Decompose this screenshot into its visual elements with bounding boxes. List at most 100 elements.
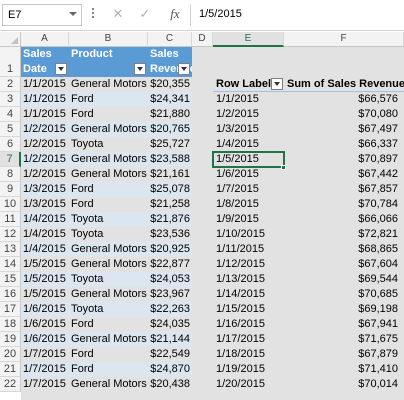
fill-handle[interactable]: [281, 165, 286, 170]
date-cell[interactable]: 1/6/2015: [21, 302, 69, 317]
revenue-cell[interactable]: $24,341: [148, 92, 192, 107]
product-cell[interactable]: Toyota: [69, 137, 148, 152]
product-cell[interactable]: Ford: [69, 92, 148, 107]
column-header-b[interactable]: B: [69, 32, 148, 47]
date-cell[interactable]: 1/1/2015: [21, 77, 69, 92]
row-header-21[interactable]: 21: [0, 362, 21, 377]
date-cell[interactable]: 1/2/2015: [21, 122, 69, 137]
insert-function-icon[interactable]: fx: [165, 6, 185, 24]
revenue-cell[interactable]: $22,549: [148, 347, 192, 362]
product-cell[interactable]: Toyota: [69, 302, 148, 317]
revenue-cell[interactable]: $20,765: [148, 122, 192, 137]
pivot-row-label[interactable]: 1/6/2015: [213, 167, 284, 182]
date-cell[interactable]: 1/7/2015: [21, 362, 69, 377]
pivot-sum-value[interactable]: $70,080: [284, 107, 400, 122]
revenue-cell[interactable]: $20,355: [148, 77, 192, 92]
column-header-c[interactable]: C: [148, 32, 192, 47]
date-cell[interactable]: 1/6/2015: [21, 332, 69, 347]
revenue-cell[interactable]: $24,035: [148, 317, 192, 332]
select-all-button[interactable]: [0, 32, 21, 47]
filter-dropdown-icon[interactable]: [178, 63, 190, 75]
revenue-cell[interactable]: $23,967: [148, 287, 192, 302]
drag-handle-icon[interactable]: [92, 8, 95, 22]
row-header-6[interactable]: 6: [0, 137, 21, 152]
revenue-cell[interactable]: $24,053: [148, 272, 192, 287]
product-cell[interactable]: General Motors: [69, 77, 148, 92]
pivot-sum-value[interactable]: $67,879: [284, 347, 400, 362]
pivot-row-label[interactable]: 1/7/2015: [213, 182, 284, 197]
pivot-row-label[interactable]: 1/3/2015: [213, 122, 284, 137]
product-cell[interactable]: Ford: [69, 347, 148, 362]
pivot-sum-value[interactable]: $72,821: [284, 227, 400, 242]
pivot-sum-value[interactable]: $66,337: [284, 137, 400, 152]
product-cell[interactable]: General Motors: [69, 122, 148, 137]
revenue-cell[interactable]: $21,144: [148, 332, 192, 347]
pivot-row-label[interactable]: 1/8/2015: [213, 197, 284, 212]
row-header-2[interactable]: 2: [0, 77, 21, 92]
pivot-row-label[interactable]: 1/2/2015: [213, 107, 284, 122]
pivot-row-label[interactable]: 1/20/2015: [213, 377, 284, 392]
column-header-a[interactable]: A: [21, 32, 69, 47]
row-header-16[interactable]: 16: [0, 287, 21, 302]
date-cell[interactable]: 1/2/2015: [21, 137, 69, 152]
formula-input[interactable]: 1/5/2015: [199, 8, 242, 20]
product-cell[interactable]: Ford: [69, 197, 148, 212]
column-header-d[interactable]: D: [192, 32, 213, 47]
row-header-13[interactable]: 13: [0, 242, 21, 257]
row-header-4[interactable]: 4: [0, 107, 21, 122]
pivot-row-label[interactable]: 1/13/2015: [213, 272, 284, 287]
revenue-cell[interactable]: $21,258: [148, 197, 192, 212]
product-cell[interactable]: Ford: [69, 362, 148, 377]
row-header-12[interactable]: 12: [0, 227, 21, 242]
revenue-cell[interactable]: $25,727: [148, 137, 192, 152]
pivot-sum-value[interactable]: $67,604: [284, 257, 400, 272]
revenue-cell[interactable]: $23,536: [148, 227, 192, 242]
product-cell[interactable]: General Motors: [69, 257, 148, 272]
pivot-row-label[interactable]: 1/16/2015: [213, 317, 284, 332]
pivot-sum-value[interactable]: $70,014: [284, 377, 400, 392]
date-cell[interactable]: 1/4/2015: [21, 227, 69, 242]
row-header-19[interactable]: 19: [0, 332, 21, 347]
revenue-cell[interactable]: $21,876: [148, 212, 192, 227]
pivot-sum-value[interactable]: $67,857: [284, 182, 400, 197]
row-header-10[interactable]: 10: [0, 197, 21, 212]
date-cell[interactable]: 1/4/2015: [21, 242, 69, 257]
product-cell[interactable]: Toyota: [69, 212, 148, 227]
date-cell[interactable]: 1/7/2015: [21, 377, 69, 392]
pivot-row-label[interactable]: 1/11/2015: [213, 242, 284, 257]
product-cell[interactable]: General Motors: [69, 377, 148, 392]
pivot-row-label[interactable]: 1/14/2015: [213, 287, 284, 302]
row-header-7[interactable]: 7: [0, 152, 21, 167]
filter-dropdown-icon[interactable]: [134, 63, 146, 75]
pivot-sum-value[interactable]: $67,442: [284, 167, 400, 182]
column-header-f[interactable]: F: [284, 32, 404, 47]
revenue-cell[interactable]: $21,880: [148, 107, 192, 122]
name-box[interactable]: E7: [2, 4, 82, 26]
row-header-11[interactable]: 11: [0, 212, 21, 227]
revenue-cell[interactable]: $21,161: [148, 167, 192, 182]
pivot-row-label[interactable]: 1/18/2015: [213, 347, 284, 362]
date-cell[interactable]: 1/1/2015: [21, 92, 69, 107]
row-header-18[interactable]: 18: [0, 317, 21, 332]
pivot-row-label[interactable]: 1/15/2015: [213, 302, 284, 317]
pivot-sum-value[interactable]: $68,865: [284, 242, 400, 257]
product-cell[interactable]: Toyota: [69, 227, 148, 242]
revenue-cell[interactable]: $20,925: [148, 242, 192, 257]
date-cell[interactable]: 1/6/2015: [21, 317, 69, 332]
product-cell[interactable]: General Motors: [69, 287, 148, 302]
date-cell[interactable]: 1/3/2015: [21, 197, 69, 212]
pivot-sum-value[interactable]: $70,784: [284, 197, 400, 212]
row-header-8[interactable]: 8: [0, 167, 21, 182]
date-cell[interactable]: 1/2/2015: [21, 152, 69, 167]
row-header-5[interactable]: 5: [0, 122, 21, 137]
pivot-sum-value[interactable]: $69,198: [284, 302, 400, 317]
row-labels-filter-icon[interactable]: [271, 78, 283, 90]
pivot-row-label[interactable]: 1/4/2015: [213, 137, 284, 152]
date-cell[interactable]: 1/1/2015: [21, 107, 69, 122]
row-header-3[interactable]: 3: [0, 92, 21, 107]
product-cell[interactable]: General Motors: [69, 152, 148, 167]
revenue-cell[interactable]: $25,078: [148, 182, 192, 197]
active-cell-selection[interactable]: [212, 151, 285, 168]
revenue-cell[interactable]: $20,438: [148, 377, 192, 392]
revenue-cell[interactable]: $24,870: [148, 362, 192, 377]
